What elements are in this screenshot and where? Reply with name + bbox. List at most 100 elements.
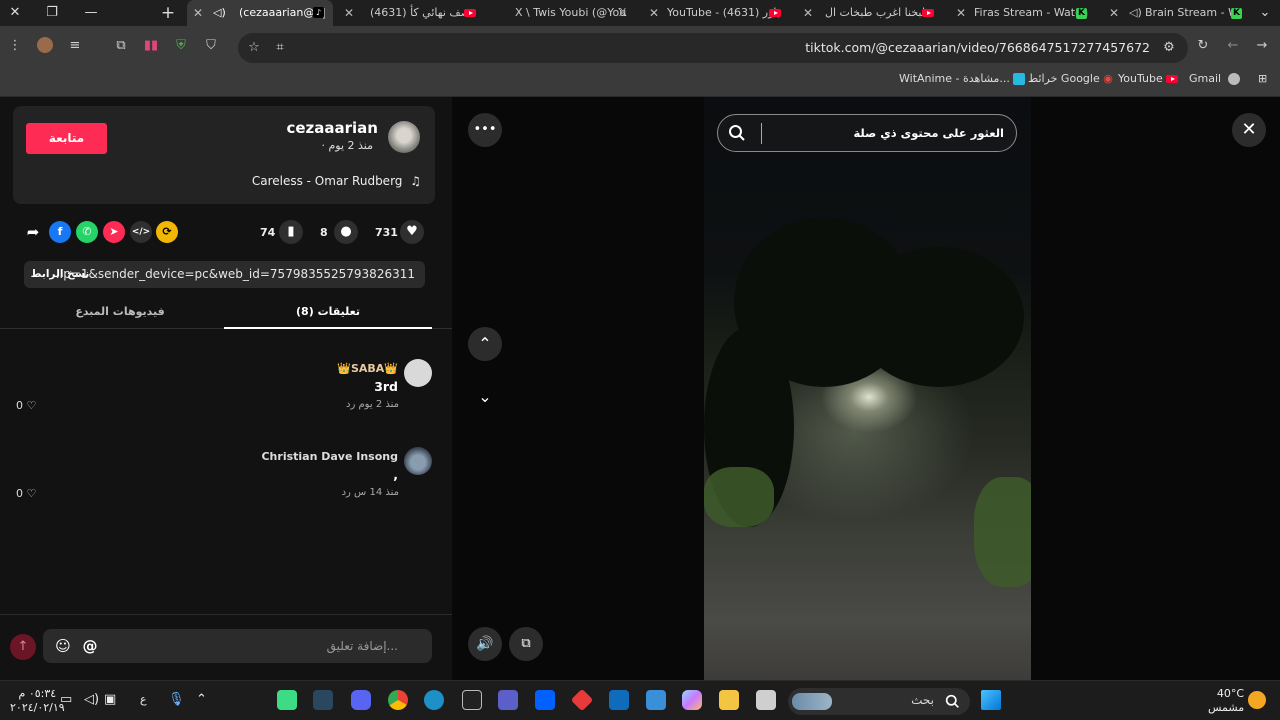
tab-youtube-3[interactable]: ✕ طبخنا اغرب طبخات ال <box>800 0 945 26</box>
tab-kick-1[interactable]: ✕ Firas Stream - Watch K <box>952 0 1092 26</box>
follow-button[interactable]: متابعة <box>26 123 107 154</box>
store-app-icon[interactable] <box>646 690 666 710</box>
back-icon[interactable]: → <box>1253 37 1271 55</box>
tab-close-icon[interactable]: ✕ <box>344 0 354 26</box>
profile-avatar[interactable] <box>36 37 54 55</box>
emoji-icon[interactable]: ☺ <box>53 636 73 656</box>
outlook-app-icon[interactable] <box>609 690 629 710</box>
tab-kick-2[interactable]: ✕ ◁) Brain Stream - W K <box>1105 0 1245 26</box>
bookmark-icon[interactable]: ▮ <box>279 220 303 244</box>
new-tab-button[interactable]: + <box>157 2 179 24</box>
reload-icon[interactable]: ↻ <box>1194 37 1212 55</box>
network-icon[interactable]: ▣ <box>104 692 116 707</box>
taskbar-search[interactable]: بحث <box>788 688 970 715</box>
comment-meta[interactable]: منذ 2 يوم رد <box>346 399 399 410</box>
clock[interactable]: ٠٥:٣٤ م ٢٠٢٤/٠٢/١٩ <box>10 687 65 715</box>
epic-games-app-icon[interactable] <box>462 690 482 710</box>
dropbox-app-icon[interactable] <box>535 690 555 710</box>
close-icon[interactable]: ✕ <box>1232 113 1266 147</box>
tray-chevron-icon[interactable]: ⌃ <box>196 692 207 707</box>
comment-meta[interactable]: منذ 14 س رد <box>342 487 399 498</box>
bookmark-witanime[interactable]: WitAnime - مشاهدة... <box>899 68 1026 90</box>
comment-like-button[interactable]: 0 ♡ <box>16 487 36 500</box>
url-text[interactable]: tiktok.com/@cezaaarian/video/76686475172… <box>805 33 1150 63</box>
minimize-window-icon[interactable]: — <box>80 2 102 24</box>
tab-x[interactable]: X \ Twis Youbi (@You 𝕏 <box>505 0 645 26</box>
tab-search-icon[interactable]: ⌄ <box>1254 2 1276 24</box>
site-settings-icon[interactable]: ⚙ <box>1160 39 1178 57</box>
related-search-bar[interactable]: العثور على محتوى ذي صلة <box>717 114 1017 152</box>
whatsapp-icon[interactable]: ✆ <box>76 221 98 243</box>
commenter-name[interactable]: Christian Dave Insong <box>261 450 398 463</box>
whatsapp-app-icon[interactable] <box>277 690 297 710</box>
commenter-name[interactable]: 👑SABA👑 <box>337 362 398 375</box>
language-indicator[interactable]: ع <box>140 693 147 706</box>
more-options-icon[interactable]: ••• <box>468 113 502 147</box>
shield-extension-icon[interactable]: ⛨ <box>172 37 190 55</box>
comment-input[interactable]: ☺ @ إضافة تعليق... <box>43 629 432 663</box>
volume-icon[interactable]: 🔊 <box>468 627 502 661</box>
commenter-avatar[interactable] <box>404 359 432 387</box>
mention-icon[interactable]: @ <box>80 636 100 656</box>
weather-widget[interactable]: 40°C مشمس <box>1208 687 1244 715</box>
share-arrow-icon[interactable]: ➦ <box>22 221 44 243</box>
heart-icon[interactable]: ♥ <box>400 220 424 244</box>
extensions-icon[interactable]: ⧉ <box>112 37 130 55</box>
facebook-icon[interactable]: f <box>49 221 71 243</box>
media-queue-icon[interactable]: ≡ <box>66 37 84 55</box>
author-avatar[interactable] <box>388 121 420 153</box>
teams-app-icon[interactable] <box>498 690 518 710</box>
bookmark-maps[interactable]: خرائط Google ◉ <box>1028 68 1113 90</box>
copilot-app-icon[interactable] <box>682 690 702 710</box>
apps-grid-icon[interactable]: ⊞ <box>1258 68 1267 90</box>
discord-app-icon[interactable] <box>351 690 371 710</box>
battery-icon[interactable]: ▭ <box>60 692 72 707</box>
translate-icon[interactable]: ⌗ <box>271 39 289 57</box>
file-explorer-app-icon[interactable] <box>719 690 739 710</box>
shield-icon[interactable]: ⛉ <box>202 37 220 55</box>
tab-close-icon[interactable]: ✕ <box>193 0 203 26</box>
edge-app-icon[interactable] <box>424 690 444 710</box>
tab-creator-videos[interactable]: فيديوهات المبدع <box>16 299 224 329</box>
speaker-icon[interactable]: ◁) <box>84 692 99 707</box>
share-link-text[interactable]: ...p=1&sender_device=pc&web_id=757983552… <box>52 261 415 288</box>
bookmark-youtube[interactable]: YouTube <box>1118 68 1179 90</box>
microphone-icon[interactable]: 🎙 <box>168 692 185 707</box>
tab-close-icon[interactable]: ✕ <box>956 0 966 26</box>
anydesk-app-icon[interactable] <box>570 688 594 712</box>
previous-video-button[interactable]: ⌃ <box>468 327 502 361</box>
steam-app-icon[interactable] <box>313 690 333 710</box>
tab-close-icon[interactable]: ✕ <box>649 0 659 26</box>
tab-youtube-1[interactable]: ✕ (4631) نصف نهائي كأ <box>340 0 490 26</box>
window-app-icon[interactable] <box>756 690 776 710</box>
author-name[interactable]: cezaaarian <box>286 119 378 137</box>
extension-icon[interactable]: ▮▮ <box>142 37 160 55</box>
embed-icon[interactable]: </> <box>130 221 152 243</box>
commenter-avatar[interactable] <box>404 447 432 475</box>
restore-window-icon[interactable]: ❐ <box>41 2 63 24</box>
comment-like-button[interactable]: 0 ♡ <box>16 399 36 412</box>
repost-icon[interactable]: ⟳ <box>156 221 178 243</box>
search-icon[interactable] <box>728 124 746 142</box>
menu-icon[interactable]: ⋮ <box>6 37 24 55</box>
forward-icon[interactable]: ← <box>1224 37 1242 55</box>
address-bar[interactable]: ☆ ⌗ tiktok.com/@cezaaarian/video/7668647… <box>238 33 1188 63</box>
telegram-icon[interactable]: ➤ <box>103 221 125 243</box>
comment-icon[interactable]: ● <box>334 220 358 244</box>
tab-youtube-2[interactable]: ✕ YouTube - باور (4631) <box>645 0 795 26</box>
picture-in-picture-icon[interactable]: ⧉ <box>509 627 543 661</box>
chrome-app-icon[interactable] <box>388 690 408 710</box>
next-video-button[interactable]: ⌄ <box>468 380 502 414</box>
windows-start-icon[interactable] <box>981 690 1001 710</box>
comment-text: 3rd <box>374 379 398 394</box>
tab-comments[interactable]: (8) تعليقات <box>224 299 432 329</box>
bookmark-star-icon[interactable]: ☆ <box>245 39 263 57</box>
video-frame[interactable] <box>704 97 1031 680</box>
music-link[interactable]: Careless - Omar Rudberg ♫ <box>252 174 421 188</box>
tab-close-icon[interactable]: ✕ <box>1109 0 1119 26</box>
tab-close-icon[interactable]: ✕ <box>803 0 813 26</box>
post-comment-button[interactable]: ↑ <box>10 634 36 660</box>
tab-tiktok[interactable]: ✕ ◁) (cezaaarian@) | ♪ <box>187 0 333 26</box>
bookmark-gmail[interactable]: Gmail <box>1189 68 1240 90</box>
close-window-icon[interactable]: ✕ <box>4 2 26 24</box>
